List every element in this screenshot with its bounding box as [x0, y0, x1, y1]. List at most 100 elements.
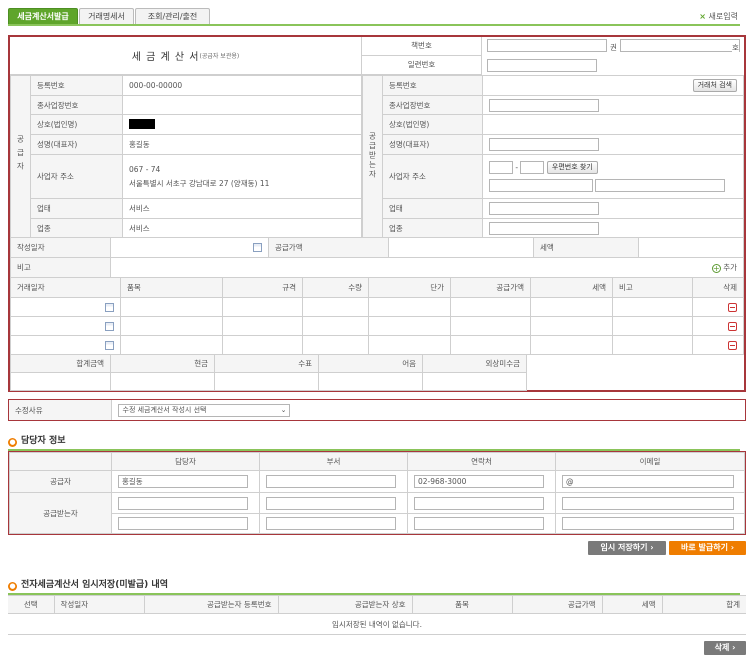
- note-label: 비고: [10, 257, 111, 278]
- items-header: 거래일자: [10, 277, 121, 298]
- supplier-reg-no: 000-00-00000: [122, 75, 362, 96]
- delete-row-icon[interactable]: [728, 340, 737, 350]
- reason-select-value: 수정 세금계산서 작성시 선택: [122, 405, 207, 414]
- supplier-side-label: 공급자: [10, 75, 31, 238]
- receiver-dept-input[interactable]: [266, 496, 396, 510]
- supplier-type-label: 업태: [30, 198, 123, 219]
- reason-select[interactable]: 수정 세금계산서 작성시 선택 ⌄: [117, 403, 290, 417]
- receiver-zip1-input[interactable]: [489, 161, 513, 174]
- history-header: 공급받는자 등록번호: [143, 594, 279, 615]
- new-input-link[interactable]: × 새로입력: [699, 11, 738, 22]
- receiver-reg-no-label: 등록번호: [382, 75, 483, 96]
- partner-search-button[interactable]: 거래처 검색: [692, 79, 737, 92]
- new-input-label: 새로입력: [708, 12, 738, 21]
- receiver-zip2-input[interactable]: [520, 161, 545, 174]
- calendar-icon[interactable]: [105, 302, 114, 312]
- supplier-dept-input[interactable]: [266, 475, 396, 489]
- history-empty-message: 임시저장된 내역이 없습니다.: [8, 613, 746, 635]
- supplier-name-label: 상호(법인명): [30, 114, 123, 135]
- manager-header: 부서: [259, 451, 408, 472]
- supplier-zip: 067 - 74: [129, 164, 161, 174]
- manager-section-title: ● 담당자 정보: [8, 436, 66, 447]
- supplier-addr: 서울특별시 서초구 강남대로 27 (양재동) 11: [129, 178, 270, 188]
- delete-row-icon[interactable]: [728, 321, 737, 331]
- supplier-rep-label: 성명(대표자): [30, 134, 123, 155]
- supplier-type: 서비스: [122, 198, 362, 219]
- receiver-side-label: 공급받는자: [362, 75, 383, 238]
- history-header: 선택: [8, 594, 55, 615]
- delete-row-icon[interactable]: [728, 302, 737, 312]
- add-label[interactable]: 추가: [723, 263, 737, 272]
- delete-button[interactable]: 삭제 ›: [704, 641, 746, 655]
- receiver-phone-input-2[interactable]: [414, 516, 544, 530]
- receiver-block: 공급받는자 등록번호 거래처 검색 종사업장번호 상호(법인명) 성명(대표자) …: [362, 75, 744, 238]
- receiver-sub-biz-input[interactable]: [489, 98, 599, 112]
- totals-header: 합계금액: [10, 354, 111, 373]
- receiver-dept-input-2[interactable]: [266, 516, 396, 530]
- receiver-rep-input[interactable]: [489, 138, 599, 151]
- calendar-icon[interactable]: [105, 321, 114, 331]
- history-header: 품목: [411, 594, 513, 615]
- receiver-name-label: 상호(법인명): [382, 114, 483, 135]
- items-header: 비고: [612, 277, 693, 298]
- receiver-rep-label: 성명(대표자): [382, 134, 483, 155]
- receiver-manager-input-2[interactable]: [118, 516, 248, 530]
- tax-label: 세액: [533, 237, 639, 258]
- receiver-addr-label: 사업자 주소: [382, 154, 483, 199]
- table-row: [10, 297, 744, 317]
- receiver-email-input[interactable]: [562, 496, 734, 510]
- totals-header: 외상미수금: [422, 354, 527, 373]
- book-no-label: 책번호: [362, 37, 482, 56]
- receiver-type-input[interactable]: [489, 202, 599, 215]
- supplier-rep: 홍길동: [122, 134, 362, 155]
- items-table: 거래일자 품목 규격 수량 단가 공급가액 세액 비고 삭제: [10, 277, 744, 355]
- manager-corner: [9, 451, 112, 472]
- receiver-type-cell: [482, 198, 744, 219]
- supplier-item-label: 업종: [30, 218, 123, 238]
- book-unit-2: 호: [732, 42, 739, 53]
- supply-cell: [388, 237, 534, 258]
- supplier-name-redacted: [122, 114, 362, 135]
- receiver-item-input[interactable]: [489, 221, 599, 235]
- manager-header: 담당자: [111, 451, 260, 472]
- invoice-title: 세 금 계 산 서: [131, 52, 200, 63]
- supplier-sub-biz-label: 종사업장번호: [30, 95, 123, 115]
- manager-block: 담당자 부서 연락처 이메일 공급자 홍길동 02-968-3000 @ 공급받…: [8, 451, 746, 535]
- zip-search-button[interactable]: 우편번호 찾기: [546, 161, 598, 174]
- supplier-email-input[interactable]: @: [562, 475, 734, 489]
- supplier-phone-input[interactable]: 02-968-3000: [414, 475, 544, 489]
- serial-input[interactable]: [487, 59, 597, 72]
- history-section-title: ● 전자세금계산서 임시저장(미발급) 내역: [8, 580, 168, 591]
- book-no-input-2[interactable]: [620, 39, 740, 52]
- receiver-addr2-input[interactable]: [595, 179, 726, 192]
- note-cell: + 추가: [110, 257, 744, 278]
- supplier-addr-cell: 067 - 74 서울특별시 서초구 강남대로 27 (양재동) 11: [122, 154, 362, 199]
- calendar-icon[interactable]: [105, 340, 114, 350]
- receiver-email-input-2[interactable]: [562, 516, 734, 530]
- supplier-block: 공급자 등록번호 000-00-00000 종사업장번호 상호(법인명) 성명(대…: [10, 75, 362, 238]
- issue-now-button[interactable]: 바로 발급하기 ›: [669, 541, 746, 555]
- manager-receiver-label: 공급받는자: [9, 492, 112, 534]
- book-no-input[interactable]: [487, 39, 607, 52]
- manager-header: 이메일: [555, 451, 745, 472]
- history-header: 공급받는자 상호: [277, 594, 413, 615]
- tab-transaction-statement[interactable]: 거래명세서: [79, 8, 134, 25]
- temp-save-button[interactable]: 임시 저장하기 ›: [588, 541, 666, 555]
- reason-block: 수정사유 수정 세금계산서 작성시 선택 ⌄: [8, 399, 746, 421]
- close-icon: ×: [699, 12, 706, 21]
- tab-tax-invoice[interactable]: 세금계산서발급: [8, 8, 78, 25]
- book-unit: 권: [610, 43, 617, 52]
- chevron-down-icon: ⌄: [280, 405, 287, 414]
- receiver-addr1-input[interactable]: [489, 179, 593, 192]
- supplier-manager-input[interactable]: 홍길동: [118, 475, 248, 489]
- receiver-sub-biz-label: 종사업장번호: [382, 95, 483, 115]
- receiver-type-label: 업태: [382, 198, 483, 219]
- receiver-rep-cell: [482, 134, 744, 155]
- receiver-manager-input[interactable]: [118, 496, 248, 510]
- tab-underline: [8, 24, 740, 26]
- receiver-phone-input[interactable]: [414, 496, 544, 510]
- tab-inquiry[interactable]: 조회/관리/출전: [135, 8, 210, 25]
- calendar-icon[interactable]: [253, 243, 262, 253]
- add-icon[interactable]: +: [711, 263, 721, 273]
- receiver-addr-cell: - 우편번호 찾기: [482, 154, 744, 199]
